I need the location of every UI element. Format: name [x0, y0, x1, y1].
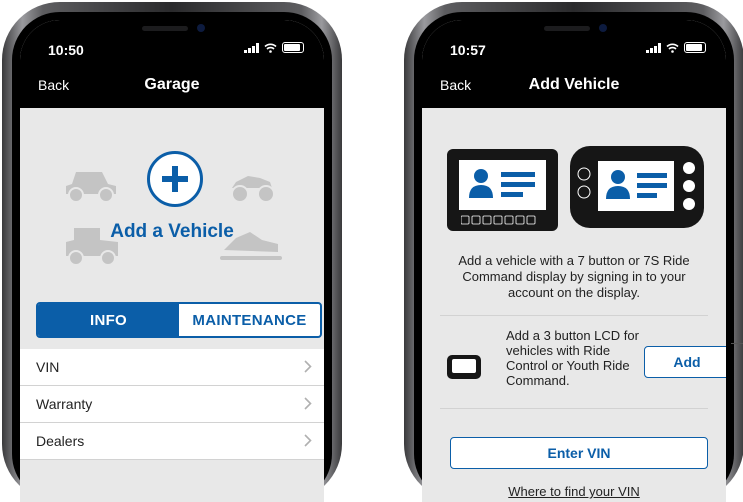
lcd-screen	[452, 359, 476, 373]
front-camera	[197, 24, 205, 32]
add-lcd-button[interactable]: Add	[644, 346, 726, 378]
speaker-grille	[142, 26, 188, 31]
chevron-right-icon	[304, 360, 312, 373]
status-time: 10:50	[48, 42, 84, 58]
status-icons	[646, 42, 706, 53]
notch	[489, 20, 659, 50]
front-camera	[599, 24, 607, 32]
seven-button-display-illustration	[447, 149, 558, 231]
lcd-display-icon	[447, 355, 481, 379]
list-item-dealers[interactable]: Dealers	[20, 423, 324, 460]
phone-frame-garage: 10:50 Back Garage Add a Vehicle INFO MAI…	[2, 2, 342, 502]
phone-bezel: 10:57 Back Add Vehicle Add a vehicle wit…	[414, 12, 734, 502]
display-side-buttons-left-icon	[577, 167, 591, 199]
atv-icon	[231, 176, 275, 203]
add-vehicle-screen: 10:57 Back Add Vehicle Add a vehicle wit…	[422, 20, 726, 502]
info-maintenance-segment: INFO MAINTENANCE	[36, 302, 322, 338]
phone-bezel: 10:50 Back Garage Add a Vehicle INFO MAI…	[12, 12, 332, 502]
garage-content: Add a Vehicle INFO MAINTENANCE VIN Warra…	[20, 108, 324, 502]
add-vehicle-button[interactable]	[147, 151, 203, 207]
back-button[interactable]: Back	[38, 77, 69, 93]
add-vehicle-content: Add a vehicle with a 7 button or 7S Ride…	[422, 108, 726, 502]
wifi-icon	[264, 43, 277, 53]
display-side-buttons-right-icon	[683, 162, 695, 210]
list-item-label: VIN	[36, 359, 60, 375]
garage-screen: 10:50 Back Garage Add a Vehicle INFO MAI…	[20, 20, 324, 502]
status-time: 10:57	[450, 42, 486, 58]
info-list: VIN Warranty Dealers	[20, 349, 324, 460]
profile-card-icon	[469, 169, 535, 198]
divider	[440, 315, 708, 316]
where-to-find-vin-link[interactable]: Where to find your VIN	[422, 484, 726, 499]
nav-bar: Back Add Vehicle	[422, 64, 726, 108]
callout-line	[731, 343, 743, 344]
battery-icon	[684, 42, 706, 53]
back-button[interactable]: Back	[440, 77, 471, 93]
list-item-label: Warranty	[36, 396, 93, 412]
display-sign-in-description: Add a vehicle with a 7 button or 7S Ride…	[458, 253, 690, 300]
chevron-right-icon	[304, 397, 312, 410]
plus-icon	[162, 166, 188, 192]
list-item-vin[interactable]: VIN	[20, 349, 324, 386]
chevron-right-icon	[304, 434, 312, 447]
profile-card-icon	[606, 170, 667, 199]
button-row-icon	[461, 215, 536, 225]
tab-info[interactable]: INFO	[38, 304, 179, 336]
lcd-description: Add a 3 button LCD for vehicles with Rid…	[506, 328, 639, 388]
status-icons	[244, 42, 304, 53]
list-item-warranty[interactable]: Warranty	[20, 386, 324, 423]
add-vehicle-hero[interactable]: Add a Vehicle	[20, 108, 324, 306]
battery-icon	[282, 42, 304, 53]
notch	[87, 20, 257, 50]
divider	[440, 408, 708, 409]
wifi-icon	[666, 43, 679, 53]
add-vehicle-label[interactable]: Add a Vehicle	[20, 221, 324, 243]
side-by-side-vehicle-icon	[66, 172, 116, 203]
display-screen	[598, 161, 674, 211]
phone-frame-add-vehicle: 10:57 Back Add Vehicle Add a vehicle wit…	[404, 2, 743, 502]
display-screen	[459, 160, 546, 210]
enter-vin-button[interactable]: Enter VIN	[450, 437, 708, 469]
seven-s-display-illustration	[570, 146, 704, 228]
nav-bar: Back Garage	[20, 64, 324, 108]
list-item-label: Dealers	[36, 433, 85, 449]
speaker-grille	[544, 26, 590, 31]
tab-maintenance[interactable]: MAINTENANCE	[179, 304, 320, 336]
